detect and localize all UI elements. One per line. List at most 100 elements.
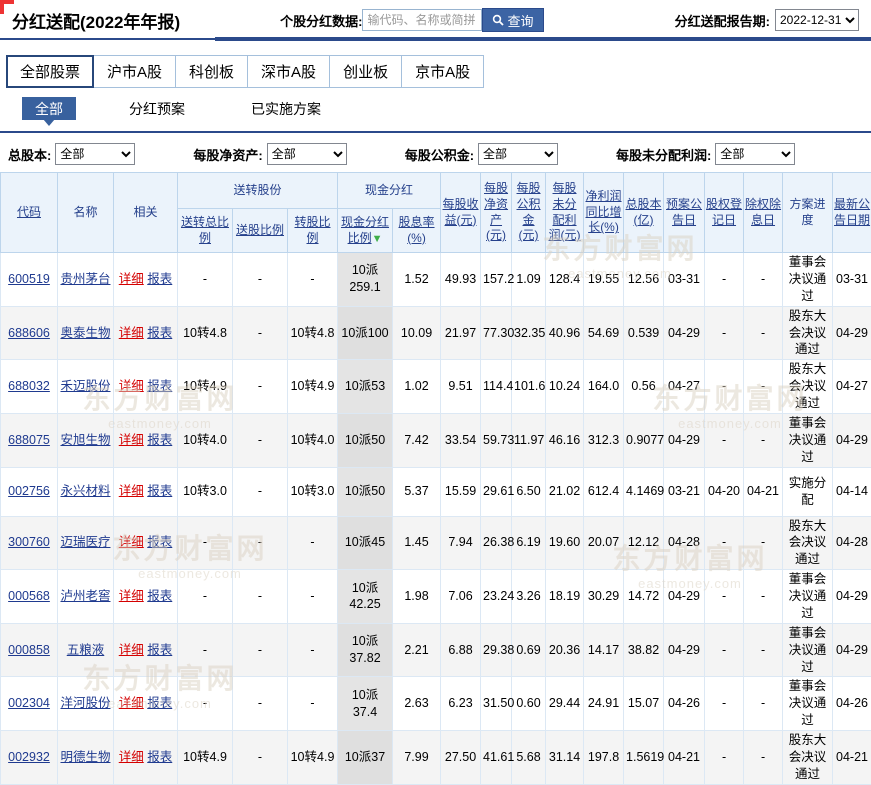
- cell-shares: 4.1469: [624, 467, 664, 516]
- page-title: 分红送配(2022年年报): [12, 8, 180, 33]
- cell-exdiv_date: -: [744, 677, 783, 731]
- col-header-code: 代码: [1, 173, 58, 253]
- report-link[interactable]: 报表: [147, 326, 172, 340]
- cell-record_date: 04-20: [705, 467, 744, 516]
- stock-code-link[interactable]: 000858: [8, 643, 50, 657]
- detail-link[interactable]: 详细: [119, 326, 144, 340]
- capture-corner-mark: [0, 0, 14, 14]
- report-period-group: 分红送配报告期: 2022-12-31: [675, 9, 859, 31]
- cell-latest_date: 04-26: [833, 677, 871, 731]
- stock-code-link[interactable]: 600519: [8, 272, 50, 286]
- stock-name-link[interactable]: 贵州茅台: [60, 272, 110, 286]
- cell-code: 002304: [1, 677, 58, 731]
- stock-name-link[interactable]: 永兴材料: [60, 484, 110, 498]
- detail-link[interactable]: 详细: [119, 750, 144, 764]
- stock-search-group: 个股分红数据: 查询: [280, 8, 543, 32]
- cell-shares: 0.9077: [624, 413, 664, 467]
- cell-reserve: 1.09: [512, 253, 546, 307]
- tab-sz-a[interactable]: 深市A股: [247, 55, 330, 88]
- detail-link[interactable]: 详细: [119, 272, 144, 286]
- col-header-profit-growth: 净利润同比增长(%): [584, 173, 624, 253]
- tab-all-stocks[interactable]: 全部股票: [6, 55, 94, 88]
- stock-code-link[interactable]: 002756: [8, 484, 50, 498]
- total-shares-select[interactable]: 全部: [55, 143, 135, 165]
- cell-eps: 15.59: [441, 467, 481, 516]
- stock-name-link[interactable]: 五粮液: [67, 643, 105, 657]
- cell-name: 泸州老窖: [58, 570, 114, 624]
- stock-name-link[interactable]: 禾迈股份: [60, 379, 110, 393]
- report-link[interactable]: 报表: [147, 433, 172, 447]
- table-row: 688032禾迈股份详细 报表10转4.9-10转4.910派531.029.5…: [1, 360, 871, 414]
- cell-undist: 29.44: [546, 677, 584, 731]
- report-link[interactable]: 报表: [147, 484, 172, 498]
- report-link[interactable]: 报表: [147, 643, 172, 657]
- report-link[interactable]: 报表: [147, 696, 172, 710]
- group-header-bonus-shares: 送转股份: [178, 173, 338, 209]
- tab-sh-a[interactable]: 沪市A股: [93, 55, 176, 88]
- stock-code-link[interactable]: 002304: [8, 696, 50, 710]
- scheme-tab-implemented[interactable]: 已实施方案: [238, 97, 334, 120]
- cell-exdiv_date: -: [744, 360, 783, 414]
- report-link[interactable]: 报表: [147, 272, 172, 286]
- filter-total-shares: 总股本: 全部: [8, 143, 135, 165]
- col-header-code-link[interactable]: 代码: [17, 205, 41, 219]
- cell-plan_date: 04-29: [664, 623, 705, 677]
- report-period-select[interactable]: 2022-12-31: [775, 9, 859, 31]
- cell-bps: 157.2: [481, 253, 512, 307]
- filter-bps: 每股净资产: 全部: [193, 143, 346, 165]
- cell-code: 000858: [1, 623, 58, 677]
- table-row: 300760迈瑞医疗详细 报表---10派451.457.9426.386.19…: [1, 516, 871, 570]
- filter-capital-reserve: 每股公积金: 全部: [405, 143, 558, 165]
- cell-plan_date: 04-29: [664, 306, 705, 360]
- stock-name-link[interactable]: 泸州老窖: [60, 589, 110, 603]
- detail-link[interactable]: 详细: [119, 696, 144, 710]
- report-link[interactable]: 报表: [147, 750, 172, 764]
- stock-search-input[interactable]: [362, 9, 482, 31]
- scheme-tab-all[interactable]: 全部: [22, 97, 76, 120]
- tab-star[interactable]: 科创板: [175, 55, 248, 88]
- report-link[interactable]: 报表: [147, 589, 172, 603]
- cell-name: 奥泰生物: [58, 306, 114, 360]
- search-button[interactable]: 查询: [482, 8, 543, 32]
- report-link[interactable]: 报表: [147, 379, 172, 393]
- stock-code-link[interactable]: 688606: [8, 326, 50, 340]
- stock-name-link[interactable]: 迈瑞医疗: [60, 535, 110, 549]
- tab-chinext[interactable]: 创业板: [329, 55, 402, 88]
- undistributed-profit-select[interactable]: 全部: [715, 143, 795, 165]
- tab-bj-a[interactable]: 京市A股: [401, 55, 484, 88]
- cell-latest_date: 04-29: [833, 623, 871, 677]
- scheme-tab-proposed[interactable]: 分红预案: [116, 97, 198, 120]
- cell-shares: 12.56: [624, 253, 664, 307]
- detail-link[interactable]: 详细: [119, 379, 144, 393]
- cell-code: 688032: [1, 360, 58, 414]
- report-link[interactable]: 报表: [147, 535, 172, 549]
- detail-link[interactable]: 详细: [119, 643, 144, 657]
- detail-link[interactable]: 详细: [119, 484, 144, 498]
- cell-cash: 10派50: [338, 467, 393, 516]
- cell-bps: 31.50: [481, 677, 512, 731]
- cell-sz_zhuan: 10转4.8: [288, 306, 338, 360]
- cell-shares: 1.5619: [624, 731, 664, 785]
- cell-related: 详细 报表: [114, 623, 178, 677]
- cell-name: 禾迈股份: [58, 360, 114, 414]
- cell-progress: 实施分配: [783, 467, 833, 516]
- cell-growth: 54.69: [584, 306, 624, 360]
- bps-select[interactable]: 全部: [267, 143, 347, 165]
- cell-related: 详细 报表: [114, 677, 178, 731]
- stock-code-link[interactable]: 300760: [8, 535, 50, 549]
- capital-reserve-select[interactable]: 全部: [478, 143, 558, 165]
- cell-name: 永兴材料: [58, 467, 114, 516]
- dividend-table-body: 600519贵州茅台详细 报表---10派259.11.5249.93157.2…: [1, 253, 871, 785]
- stock-name-link[interactable]: 安旭生物: [60, 433, 110, 447]
- stock-code-link[interactable]: 000568: [8, 589, 50, 603]
- detail-link[interactable]: 详细: [119, 433, 144, 447]
- detail-link[interactable]: 详细: [119, 589, 144, 603]
- stock-name-link[interactable]: 明德生物: [60, 750, 110, 764]
- stock-code-link[interactable]: 002932: [8, 750, 50, 764]
- stock-code-link[interactable]: 688075: [8, 433, 50, 447]
- stock-name-link[interactable]: 洋河股份: [60, 696, 110, 710]
- cell-exdiv_date: 04-21: [744, 467, 783, 516]
- stock-name-link[interactable]: 奥泰生物: [60, 326, 110, 340]
- stock-code-link[interactable]: 688032: [8, 379, 50, 393]
- detail-link[interactable]: 详细: [119, 535, 144, 549]
